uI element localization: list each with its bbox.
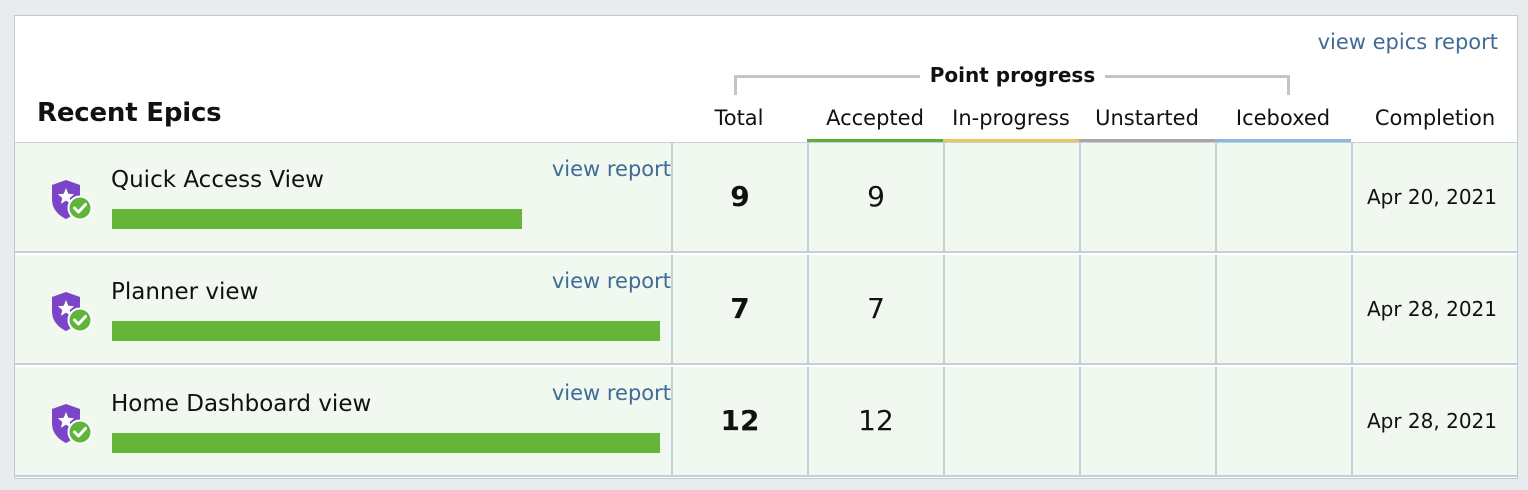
column-header-total: Total	[714, 106, 764, 130]
epic-progress-bar	[112, 321, 660, 341]
in-progress-value	[945, 367, 1079, 475]
completion-date: Apr 20, 2021	[1366, 185, 1497, 209]
unstarted-cell	[1079, 367, 1215, 475]
view-report-link[interactable]: view report	[552, 269, 671, 293]
unstarted-cell	[1079, 255, 1215, 363]
column-header-in-progress: In-progress	[943, 106, 1079, 143]
epic-row: Planner view view report 7 7 Apr 28, 202…	[15, 255, 1517, 365]
in-progress-value	[945, 143, 1079, 251]
epic-shield-star-check-icon	[52, 292, 93, 333]
iceboxed-cell	[1215, 255, 1351, 363]
column-header-iceboxed: Iceboxed	[1215, 106, 1351, 143]
epic-row: Quick Access View view report 9 9 Apr 20…	[15, 143, 1517, 253]
accepted-value: 12	[858, 404, 894, 437]
unstarted-value	[1081, 143, 1215, 251]
total-value: 9	[730, 180, 750, 213]
epic-name[interactable]: Quick Access View	[111, 167, 324, 193]
total-value: 7	[730, 292, 750, 325]
iceboxed-value	[1217, 255, 1351, 363]
column-header-accepted: Accepted	[807, 106, 943, 143]
unstarted-value	[1081, 367, 1215, 475]
completion-cell: Apr 28, 2021	[1351, 255, 1517, 363]
accepted-cell: 12	[807, 367, 943, 475]
epic-name[interactable]: Planner view	[111, 279, 258, 305]
total-cell: 7	[671, 255, 807, 363]
completion-date: Apr 28, 2021	[1366, 409, 1497, 433]
in-progress-value	[945, 255, 1079, 363]
completion-cell: Apr 28, 2021	[1351, 367, 1517, 475]
epic-progress-fill	[112, 433, 660, 453]
iceboxed-value	[1217, 367, 1351, 475]
panel-title: Recent Epics	[37, 98, 222, 128]
accepted-value: 9	[867, 180, 885, 213]
accepted-value: 7	[867, 292, 885, 325]
total-cell: 9	[671, 143, 807, 251]
iceboxed-value	[1217, 143, 1351, 251]
view-epics-report-link[interactable]: view epics report	[1318, 30, 1498, 54]
in-progress-cell	[943, 143, 1079, 251]
recent-epics-panel: view epics report Recent Epics Point pro…	[14, 15, 1518, 479]
view-report-link[interactable]: view report	[552, 381, 671, 405]
total-cell: 12	[671, 367, 807, 475]
epic-progress-fill	[112, 321, 660, 341]
epic-progress-fill	[112, 209, 522, 229]
completion-cell: Apr 20, 2021	[1351, 143, 1517, 251]
unstarted-cell	[1079, 143, 1215, 251]
epic-progress-bar	[112, 433, 660, 453]
column-header-completion: Completion	[1374, 106, 1496, 130]
epic-progress-bar	[112, 209, 522, 229]
completion-date: Apr 28, 2021	[1366, 297, 1497, 321]
in-progress-cell	[943, 367, 1079, 475]
epic-shield-star-check-icon	[52, 404, 93, 445]
column-header-unstarted: Unstarted	[1079, 106, 1215, 143]
epic-row: Home Dashboard view view report 12 12 Ap…	[15, 367, 1517, 477]
view-report-link[interactable]: view report	[552, 157, 671, 181]
epic-shield-star-check-icon	[52, 180, 93, 221]
epic-name[interactable]: Home Dashboard view	[111, 391, 371, 417]
total-value: 12	[720, 404, 760, 437]
accepted-cell: 7	[807, 255, 943, 363]
unstarted-value	[1081, 255, 1215, 363]
iceboxed-cell	[1215, 367, 1351, 475]
point-progress-label: Point progress	[920, 63, 1105, 87]
iceboxed-cell	[1215, 143, 1351, 251]
in-progress-cell	[943, 255, 1079, 363]
accepted-cell: 9	[807, 143, 943, 251]
